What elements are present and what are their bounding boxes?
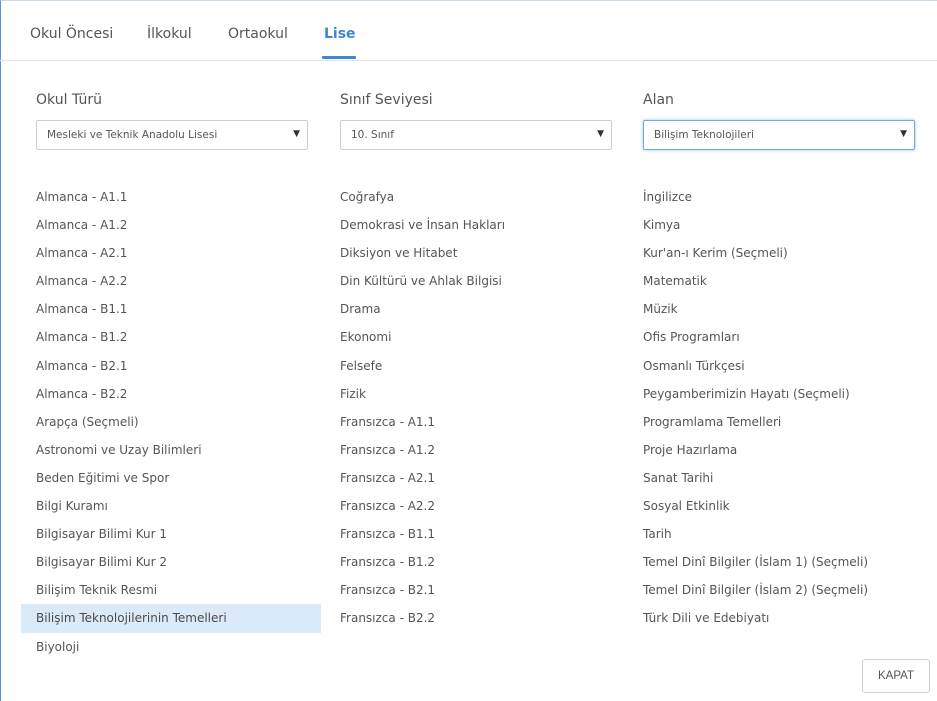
subject-item[interactable]: Fransızca - B2.1 [325,576,625,604]
subject-item[interactable]: Fizik [325,380,625,408]
subject-item[interactable]: Bilgi Kuramı [21,492,321,520]
grade-level-select[interactable]: 10. Sınıf ▼ [340,120,612,150]
subject-item[interactable]: Fransızca - B1.1 [325,520,625,548]
subject-item[interactable]: Peygamberimizin Hayatı (Seçmeli) [628,380,928,408]
subject-item[interactable]: Fransızca - A1.1 [325,408,625,436]
subject-item[interactable]: Türk Dili ve Edebiyatı [628,604,928,632]
subject-item[interactable]: Fransızca - A1.2 [325,436,625,464]
tab-ortaokul[interactable]: Ortaokul [228,26,288,42]
school-type-value: Mesleki ve Teknik Anadolu Lisesi [47,129,218,141]
field-value: Bilişim Teknolojileri [654,129,754,141]
field-label: Alan [643,92,674,108]
subject-item[interactable]: Fransızca - A2.1 [325,464,625,492]
subject-item[interactable]: Almanca - B2.1 [21,352,321,380]
subject-item[interactable]: Din Kültürü ve Ahlak Bilgisi [325,267,625,295]
subject-item[interactable]: Bilişim Teknolojilerinin Temelleri [21,604,321,633]
field-select[interactable]: Bilişim Teknolojileri ▼ [643,120,915,150]
subject-item[interactable]: Bilgisayar Bilimi Kur 1 [21,520,321,548]
school-type-label: Okul Türü [36,92,103,108]
subject-column-1: Almanca - A1.1 Almanca - A1.2 Almanca - A2… [21,183,321,661]
school-type-select[interactable]: Mesleki ve Teknik Anadolu Lisesi ▼ [36,120,308,150]
subject-item[interactable]: Ofis Programları [628,323,928,351]
grade-level-label: Sınıf Seviyesi [340,92,433,108]
tab-okul-oncesi[interactable]: Okul Öncesi [30,26,113,42]
subject-item[interactable]: Fransızca - A2.2 [325,492,625,520]
subject-item[interactable]: Müzik [628,295,928,323]
subject-item[interactable]: Astronomi ve Uzay Bilimleri [21,436,321,464]
subject-column-3: İngilizce Kimya Kur'an-ı Kerim (Seçmeli) Ma… [628,183,928,633]
subject-item[interactable]: Tarih [628,520,928,548]
tab-lise[interactable]: Lise [324,26,356,42]
subject-item[interactable]: İngilizce [628,183,928,211]
subject-item[interactable]: Kur'an-ı Kerim (Seçmeli) [628,239,928,267]
subject-item[interactable]: Arapça (Seçmeli) [21,408,321,436]
subject-item[interactable]: Bilgisayar Bilimi Kur 2 [21,548,321,576]
subject-item[interactable]: Kimya [628,211,928,239]
grade-level-value: 10. Sınıf [351,129,394,141]
subject-item[interactable]: Biyoloji [21,633,321,661]
subject-item[interactable]: Temel Dinî Bilgiler (İslam 2) (Seçmeli) [628,576,928,604]
subject-column-2: Coğrafya Demokrasi ve İnsan Hakları Diksiy… [325,183,625,633]
subject-item[interactable]: Almanca - A2.1 [21,239,321,267]
subject-item[interactable]: Almanca - A1.2 [21,211,321,239]
subject-item[interactable]: Bilişim Teknik Resmi [21,576,321,604]
subject-item[interactable]: Almanca - B1.1 [21,295,321,323]
subject-item[interactable]: Felsefe [325,352,625,380]
tab-ilkokul[interactable]: İlkokul [147,26,192,42]
subject-item[interactable]: Sanat Tarihi [628,464,928,492]
subject-item[interactable]: Fransızca - B1.2 [325,548,625,576]
subject-item[interactable]: Beden Eğitimi ve Spor [21,464,321,492]
dropdown-arrow-icon: ▼ [293,129,300,139]
subject-item[interactable]: Diksiyon ve Hitabet [325,239,625,267]
subject-item[interactable]: Almanca - B2.2 [21,380,321,408]
level-tabs: Okul Öncesi İlkokul Ortaokul Lise [0,0,937,61]
dropdown-arrow-icon: ▼ [900,129,907,139]
subject-item[interactable]: Osmanlı Türkçesi [628,352,928,380]
subject-item[interactable]: Matematik [628,267,928,295]
subject-item[interactable]: Coğrafya [325,183,625,211]
subject-item[interactable]: Proje Hazırlama [628,436,928,464]
subject-item[interactable]: Programlama Temelleri [628,408,928,436]
subject-item[interactable]: Almanca - B1.2 [21,323,321,351]
active-tab-indicator [322,56,356,59]
subject-item[interactable]: Almanca - A2.2 [21,267,321,295]
subject-item[interactable]: Almanca - A1.1 [21,183,321,211]
dropdown-arrow-icon: ▼ [597,129,604,139]
subject-item[interactable]: Ekonomi [325,323,625,351]
subject-item[interactable]: Drama [325,295,625,323]
subject-item[interactable]: Demokrasi ve İnsan Hakları [325,211,625,239]
close-button[interactable]: KAPAT [862,659,930,693]
subject-item[interactable]: Fransızca - B2.2 [325,604,625,632]
subject-item[interactable]: Sosyal Etkinlik [628,492,928,520]
subject-item[interactable]: Temel Dinî Bilgiler (İslam 1) (Seçmeli) [628,548,928,576]
